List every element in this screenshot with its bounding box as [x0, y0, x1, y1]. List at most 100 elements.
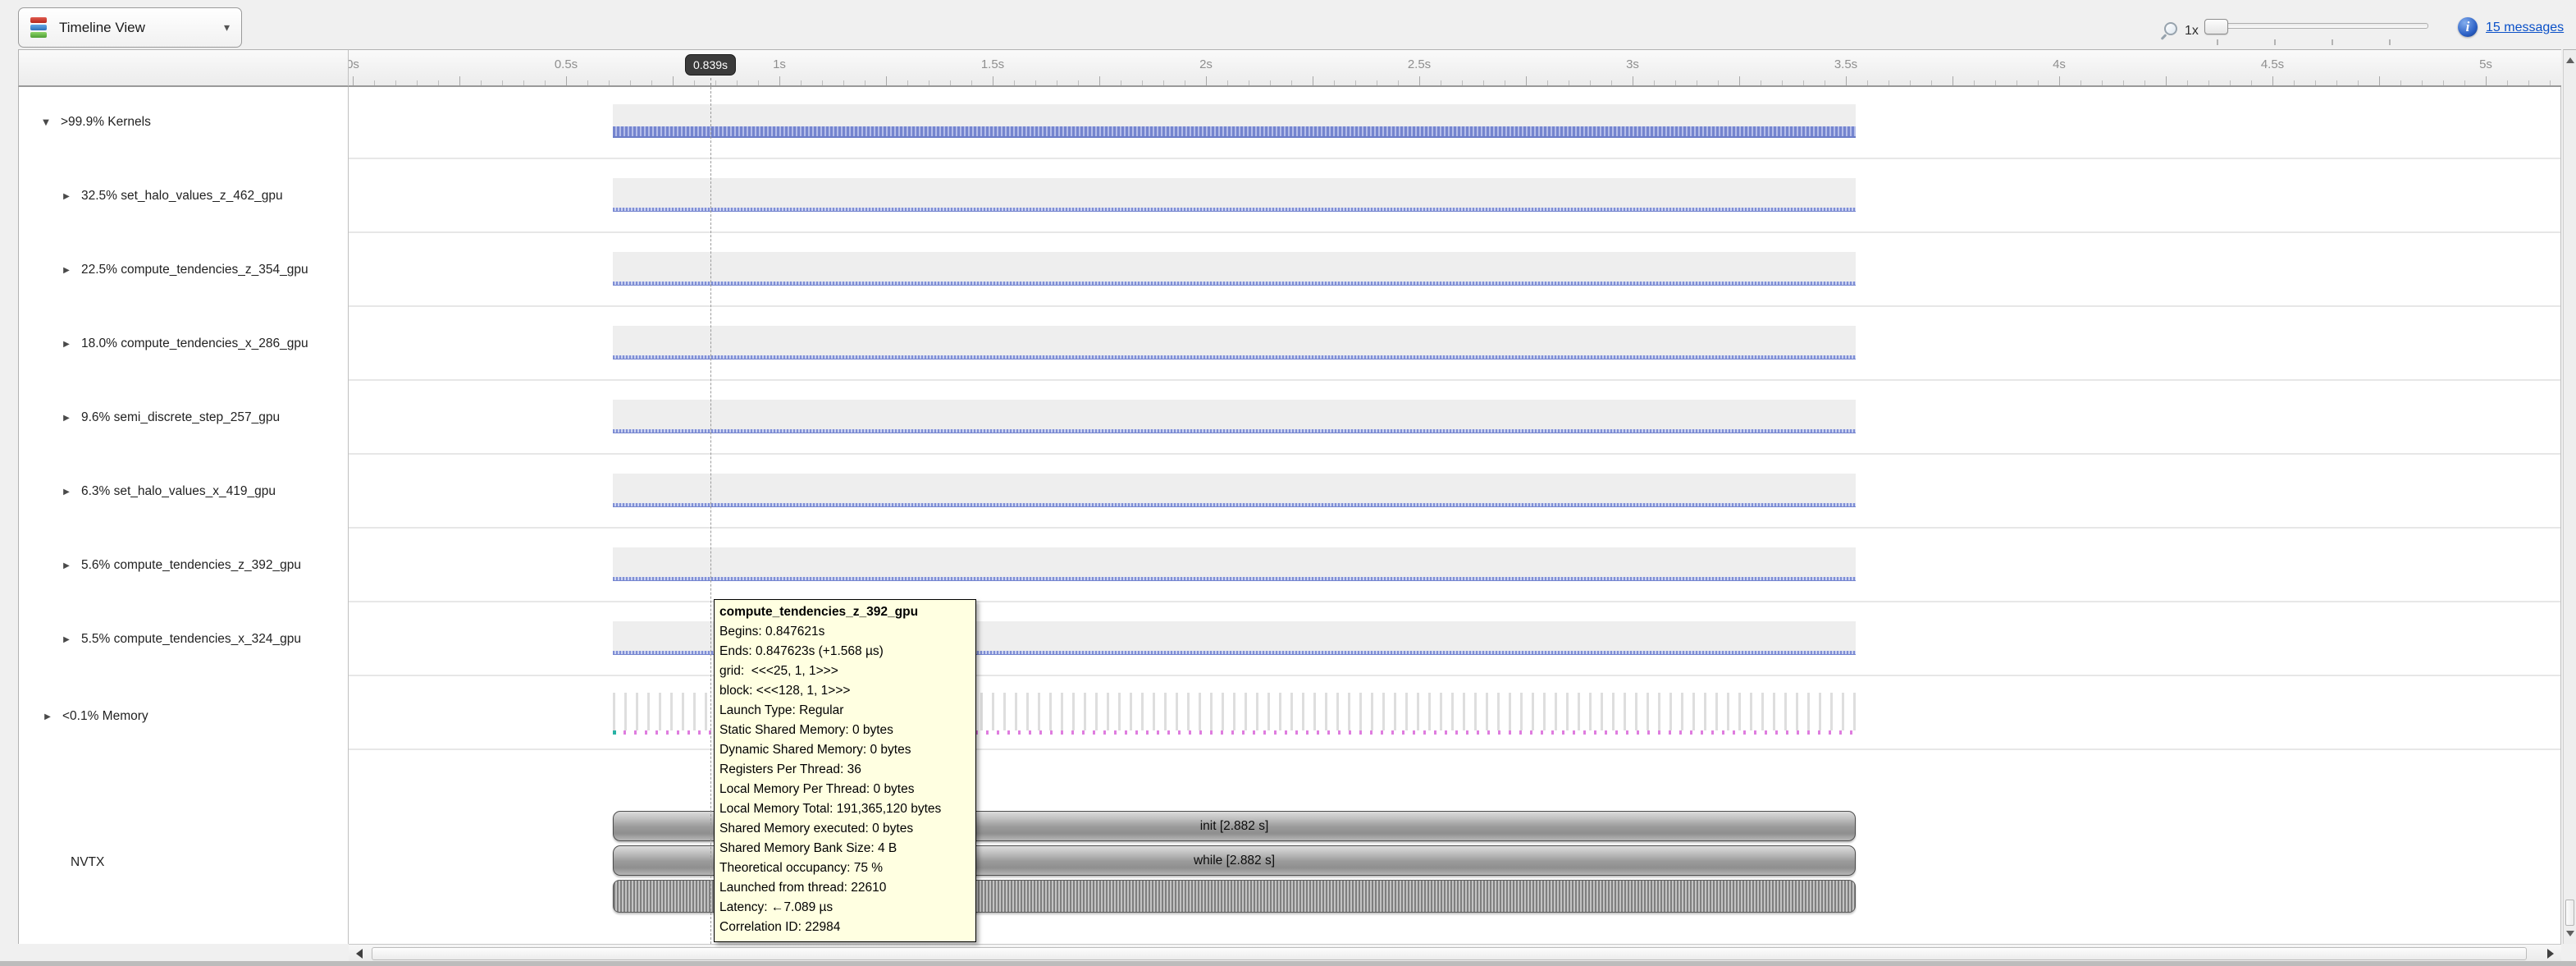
collapse-triangle-icon[interactable] [39, 118, 53, 127]
ruler-tick-label: 2.5s [1408, 57, 1431, 71]
tooltip-line: block: <<<128, 1, 1>>> [719, 681, 971, 701]
messages-link[interactable]: 15 messages [2486, 21, 2564, 35]
ruler-tick-label: 0.5s [555, 57, 578, 71]
row-separator [349, 749, 2560, 750]
sidebar-item-semi-discrete-step[interactable]: 9.6% semi_discrete_step_257_gpu [19, 409, 348, 427]
row-separator [349, 601, 2560, 602]
sidebar-item-label: 6.3% set_halo_values_x_419_gpu [81, 484, 276, 499]
chevron-down-icon [224, 21, 230, 35]
tooltip-line: Ends: 0.847623s (+1.568 µs) [719, 642, 971, 662]
kernel-activity-bar[interactable] [613, 429, 1856, 433]
tooltip-line: Registers Per Thread: 36 [719, 760, 971, 780]
sidebar-item-memory[interactable]: <0.1% Memory [19, 707, 348, 726]
vertical-scrollbar[interactable] [2563, 49, 2576, 944]
expand-triangle-icon[interactable] [60, 192, 73, 201]
sidebar-item-label: 5.6% compute_tendencies_z_392_gpu [81, 558, 301, 573]
tooltip-line: Local Memory Total: 191,365,120 bytes [719, 799, 971, 819]
row-separator [349, 158, 2560, 159]
tooltip-line: grid: <<<25, 1, 1>>> [719, 662, 971, 681]
ruler-tick-label: 1s [773, 57, 786, 71]
sidebar-item-label: 9.6% semi_discrete_step_257_gpu [81, 410, 280, 425]
kernel-row-band [613, 252, 1856, 286]
tooltip-line: Launched from thread: 22610 [719, 878, 971, 898]
timeline-cursor-line [710, 87, 711, 944]
zoom-slider-tick [2217, 39, 2218, 45]
zoom-level-label: 1x [2185, 24, 2199, 39]
tooltip-line: Begins: 0.847621s [719, 622, 971, 642]
view-selector-dropdown[interactable]: Timeline View [18, 7, 242, 48]
sidebar-item-kernels[interactable]: >99.9% Kernels [19, 113, 348, 131]
kernels-activity-bar[interactable] [613, 126, 1856, 138]
tooltip-line: Theoretical occupancy: 75 % [719, 858, 971, 878]
tooltip-line: Local Memory Per Thread: 0 bytes [719, 780, 971, 799]
ruler-tick-label: 2s [1199, 57, 1213, 71]
ruler-tick-label: 3s [1626, 57, 1639, 71]
view-selector-label: Timeline View [59, 20, 145, 36]
sidebar-item-label: <0.1% Memory [62, 709, 148, 724]
expand-triangle-icon[interactable] [41, 712, 54, 721]
kernel-row-band [613, 547, 1856, 581]
scroll-down-icon[interactable] [2566, 931, 2574, 936]
expand-triangle-icon[interactable] [60, 488, 73, 497]
kernel-row-band [613, 474, 1856, 507]
ruler-tick-label: 1.5s [981, 57, 1004, 71]
ruler-tick-label: 5s [2479, 57, 2492, 71]
zoom-slider-tick [2389, 39, 2391, 45]
sidebar-item-label: 18.0% compute_tendencies_x_286_gpu [81, 336, 308, 351]
tooltip-line: Shared Memory executed: 0 bytes [719, 819, 971, 839]
expand-triangle-icon[interactable] [60, 414, 73, 423]
zoom-slider-handle[interactable] [2204, 19, 2228, 34]
kernel-activity-bar[interactable] [613, 577, 1856, 581]
scroll-left-icon[interactable] [356, 949, 363, 959]
vertical-scrollbar-thumb[interactable] [2565, 900, 2574, 926]
row-separator [349, 527, 2560, 529]
tooltip-line: Correlation ID: 22984 [719, 918, 971, 937]
memory-transfer-dot-teal[interactable] [613, 730, 616, 735]
sidebar-item-label: 5.5% compute_tendencies_x_324_gpu [81, 632, 301, 647]
kernel-row-band [613, 326, 1856, 359]
horizontal-scrollbar-thumb[interactable] [372, 947, 2527, 960]
zoom-slider-tick [2332, 39, 2333, 45]
zoom-magnifier-icon [2164, 22, 2177, 35]
sidebar-item-nvtx[interactable]: NVTX [19, 854, 348, 872]
sidebar-item-set-halo-values-z[interactable]: 32.5% set_halo_values_z_462_gpu [19, 187, 348, 205]
nvtx-range-label: while [2.882 s] [1194, 854, 1275, 868]
kernel-activity-bar[interactable] [613, 355, 1856, 359]
tooltip-line: Launch Type: Regular [719, 701, 971, 721]
scroll-up-icon[interactable] [2566, 57, 2574, 63]
sidebar-header [18, 49, 349, 87]
sidebar-item-compute-tendencies-x-324[interactable]: 5.5% compute_tendencies_x_324_gpu [19, 630, 348, 648]
cursor-stem [710, 78, 711, 85]
sidebar-item-label: 22.5% compute_tendencies_z_354_gpu [81, 263, 308, 277]
ruler-tick-label: 4s [2053, 57, 2066, 71]
expand-triangle-icon[interactable] [60, 340, 73, 349]
row-separator [349, 453, 2560, 455]
scroll-right-icon[interactable] [2547, 949, 2554, 959]
expand-triangle-icon[interactable] [60, 635, 73, 644]
ruler-tick-label: 3.5s [1834, 57, 1857, 71]
kernel-activity-bar[interactable] [613, 503, 1856, 507]
cursor-time-badge: 0.839s [685, 54, 736, 76]
tooltip-title: compute_tendencies_z_392_gpu [719, 602, 971, 622]
timeline-ruler[interactable]: 0s 0.5s 1s 1.5s 2s 2.5s 3s 3.5s 4s 4.5s … [349, 49, 2561, 87]
sidebar-item-set-halo-values-x[interactable]: 6.3% set_halo_values_x_419_gpu [19, 483, 348, 501]
tooltip-line: Dynamic Shared Memory: 0 bytes [719, 740, 971, 760]
tooltip-line: Static Shared Memory: 0 bytes [719, 721, 971, 740]
timeline-canvas[interactable]: init [2.882 s] while [2.882 s] [349, 87, 2561, 944]
timeline-row-tree: >99.9% Kernels 32.5% set_halo_values_z_4… [18, 87, 349, 944]
tooltip-line: Latency: ←7.089 µs [719, 898, 971, 918]
kernel-activity-bar[interactable] [613, 282, 1856, 286]
expand-triangle-icon[interactable] [60, 561, 73, 570]
zoom-slider-track[interactable] [2210, 23, 2428, 29]
sidebar-item-compute-tendencies-x-286[interactable]: 18.0% compute_tendencies_x_286_gpu [19, 335, 348, 353]
sidebar-item-compute-tendencies-z-354[interactable]: 22.5% compute_tendencies_z_354_gpu [19, 261, 348, 279]
sidebar-item-label: NVTX [71, 855, 104, 870]
row-separator [349, 675, 2560, 676]
sidebar-item-compute-tendencies-z-392[interactable]: 5.6% compute_tendencies_z_392_gpu [19, 556, 348, 575]
kernel-activity-bar[interactable] [613, 208, 1856, 212]
horizontal-scrollbar[interactable] [349, 944, 2561, 962]
sidebar-item-label: 32.5% set_halo_values_z_462_gpu [81, 189, 283, 204]
sidebar-item-label: >99.9% Kernels [61, 115, 151, 130]
zoom-slider-tick [2274, 39, 2276, 45]
expand-triangle-icon[interactable] [60, 266, 73, 275]
